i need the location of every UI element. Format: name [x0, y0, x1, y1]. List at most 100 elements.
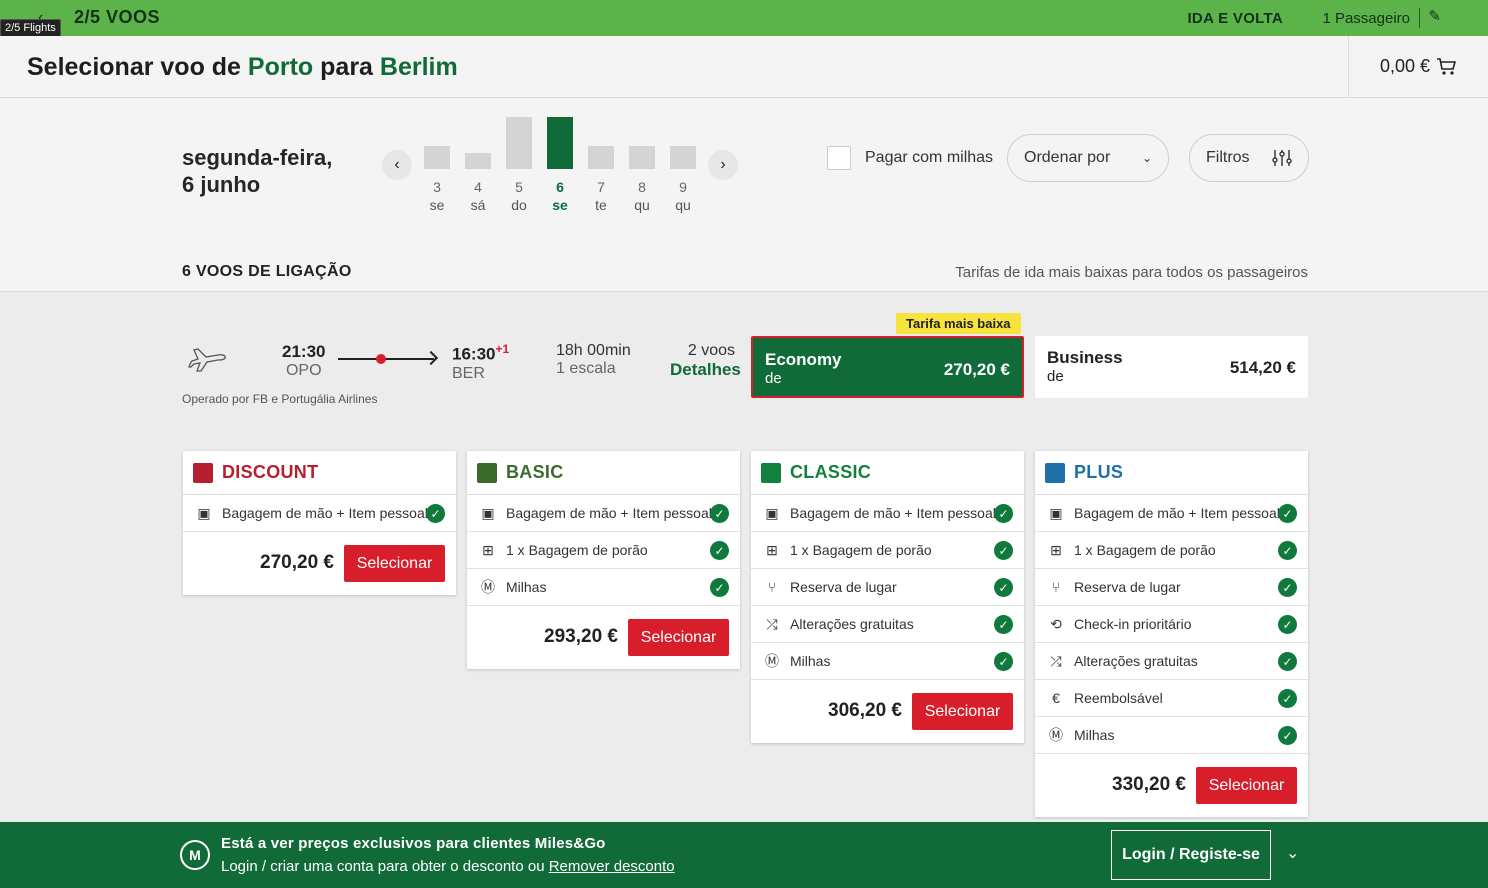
fare-feature: ⑂ Reserva de lugar ✓: [1035, 569, 1308, 606]
pay-with-miles-checkbox[interactable]: [827, 146, 851, 170]
fare-card-basic: BASIC ▣ Bagagem de mão + Item pessoal ✓ ⊞ 1 x…: [467, 451, 740, 669]
feature-label: Reserva de lugar: [790, 579, 897, 595]
price-bar: [424, 146, 450, 169]
arrival-code: BER: [452, 364, 485, 382]
check-icon: ✓: [994, 541, 1013, 560]
select-fare-button[interactable]: Selecionar: [912, 693, 1013, 730]
pencil-icon[interactable]: ✎: [1428, 7, 1441, 25]
check-icon: ✓: [1278, 504, 1297, 523]
weekday: do: [511, 197, 527, 213]
fare-feature: ⑂ Reserva de lugar ✓: [751, 569, 1024, 606]
feature-label: Check-in prioritário: [1074, 616, 1192, 632]
fare-logo-icon: [477, 462, 497, 483]
seat-icon: ⑂: [1051, 579, 1061, 595]
step-indicator: 2/5 VOOS: [74, 7, 161, 27]
day-5[interactable]: 5 do: [506, 117, 532, 213]
previous-date-button[interactable]: ‹: [382, 150, 412, 180]
day-7[interactable]: 7 te: [588, 117, 614, 213]
shuffle-icon: ⤮: [1050, 652, 1062, 669]
fare-feature: ⤮ Alterações gratuitas ✓: [751, 606, 1024, 643]
check-icon: ✓: [1278, 652, 1297, 671]
remove-discount-link[interactable]: Remover desconto: [549, 858, 675, 875]
fare-name: BASIC: [506, 462, 564, 482]
checked-bag-icon: ⊞: [1050, 541, 1062, 558]
miles-and-go-icon: M: [180, 840, 210, 870]
select-fare-button[interactable]: Selecionar: [344, 545, 445, 582]
fare-feature: € Reembolsável ✓: [1035, 680, 1308, 717]
select-fare-button[interactable]: Selecionar: [628, 619, 729, 656]
check-icon: ✓: [710, 504, 729, 523]
route-line: [338, 350, 439, 366]
fare-price: 270,20 €: [260, 552, 334, 573]
feature-label: Alterações gratuitas: [790, 616, 914, 632]
select-fare-button[interactable]: Selecionar: [1196, 767, 1297, 804]
weekday: qu: [634, 197, 650, 213]
weekday: te: [595, 197, 607, 213]
departure: 21:30 OPO: [282, 342, 325, 380]
details-link[interactable]: Detalhes: [670, 360, 741, 380]
next-date-button[interactable]: ›: [708, 150, 738, 180]
day-number: 5: [515, 179, 523, 195]
carry-on-icon: ▣: [481, 504, 495, 521]
passenger-count[interactable]: 1 Passageiro: [1322, 10, 1410, 27]
checked-bag-icon: ⊞: [766, 541, 778, 558]
feature-label: Reembolsável: [1074, 690, 1163, 706]
filters-button[interactable]: Filtros: [1189, 134, 1309, 182]
sliders-icon: [1272, 150, 1292, 166]
cabin-business[interactable]: Business de 514,20 €: [1035, 336, 1308, 398]
segments-count: 2 voos: [687, 342, 735, 359]
chevron-down-icon[interactable]: ⌄: [1286, 843, 1299, 863]
day-number: 8: [638, 179, 646, 195]
login-button[interactable]: Login / Registe-se: [1111, 830, 1271, 880]
pay-with-miles-label: Pagar com milhas: [865, 149, 994, 166]
sort-dropdown[interactable]: Ordenar por ⌄: [1007, 134, 1169, 182]
check-icon: ✓: [710, 578, 729, 597]
trip-type[interactable]: IDA E VOLTA: [1187, 10, 1283, 27]
stops-text: 1 escala: [556, 360, 616, 377]
miles-icon: Ⓜ: [481, 579, 495, 595]
fare-feature: ⊞ 1 x Bagagem de porão ✓: [1035, 532, 1308, 569]
fare-logo-icon: [761, 462, 781, 483]
shuffle-icon: ⤮: [766, 615, 778, 632]
origin-city: Porto: [247, 53, 314, 81]
fare-logo-icon: [1045, 462, 1065, 483]
day-6[interactable]: 6 se: [547, 117, 573, 213]
miles-banner: M Está a ver preços exclusivos para clie…: [0, 822, 1488, 888]
fare-card-discount: DISCOUNT ▣ Bagagem de mão + Item pessoal ✓ 2…: [183, 451, 456, 595]
price-bar: [670, 146, 696, 169]
fare-feature: ▣ Bagagem de mão + Item pessoal ✓: [467, 495, 740, 532]
weekday: se: [552, 197, 568, 213]
fare-feature: ⟲ Check-in prioritário ✓: [1035, 606, 1308, 643]
results-count: 6 VOOS DE LIGAÇÃO: [182, 263, 352, 280]
chevron-left-icon: ‹: [394, 156, 400, 173]
feature-label: Milhas: [790, 653, 831, 669]
day-3[interactable]: 3 se: [424, 117, 450, 213]
cart-total: 0,00 €: [1379, 56, 1430, 76]
feature-label: Reserva de lugar: [1074, 579, 1181, 595]
departure-time: 21:30: [282, 342, 326, 361]
cabin-price: 514,20 €: [1229, 358, 1296, 377]
feature-label: Alterações gratuitas: [1074, 653, 1198, 669]
departure-code: OPO: [285, 362, 322, 379]
fare-feature: ▣ Bagagem de mão + Item pessoal ✓: [751, 495, 1024, 532]
cabin-economy[interactable]: Economy de 270,20 €: [751, 336, 1024, 398]
page-header: Selecionar voo de Porto para Berlim 0,00…: [0, 36, 1488, 98]
day-8[interactable]: 8 qu: [629, 117, 655, 213]
stopover-dot: [376, 354, 386, 364]
priority-checkin-icon: ⟲: [1050, 615, 1062, 632]
day-4[interactable]: 4 sá: [465, 117, 491, 213]
fare-name: PLUS: [1074, 462, 1124, 482]
top-bar: ‹ 2/5 VOOS IDA E VOLTA 1 Passageiro ✎: [0, 0, 1488, 36]
price-bar: [547, 117, 573, 169]
feature-label: 1 x Bagagem de porão: [506, 542, 648, 558]
arrival-time: 16:30: [452, 344, 496, 364]
cart-button[interactable]: 0,00 €: [1380, 56, 1456, 77]
carry-on-icon: ▣: [765, 504, 779, 521]
check-icon: ✓: [1278, 578, 1297, 597]
day-number: 6: [556, 179, 564, 195]
step-tooltip: 2/5 Flights: [0, 19, 61, 37]
day-9[interactable]: 9 qu: [670, 117, 696, 213]
fare-feature: ▣ Bagagem de mão + Item pessoal ✓: [1035, 495, 1308, 532]
check-icon: ✓: [1278, 689, 1297, 708]
lowest-fare-badge: Tarifa mais baixa: [896, 313, 1021, 334]
